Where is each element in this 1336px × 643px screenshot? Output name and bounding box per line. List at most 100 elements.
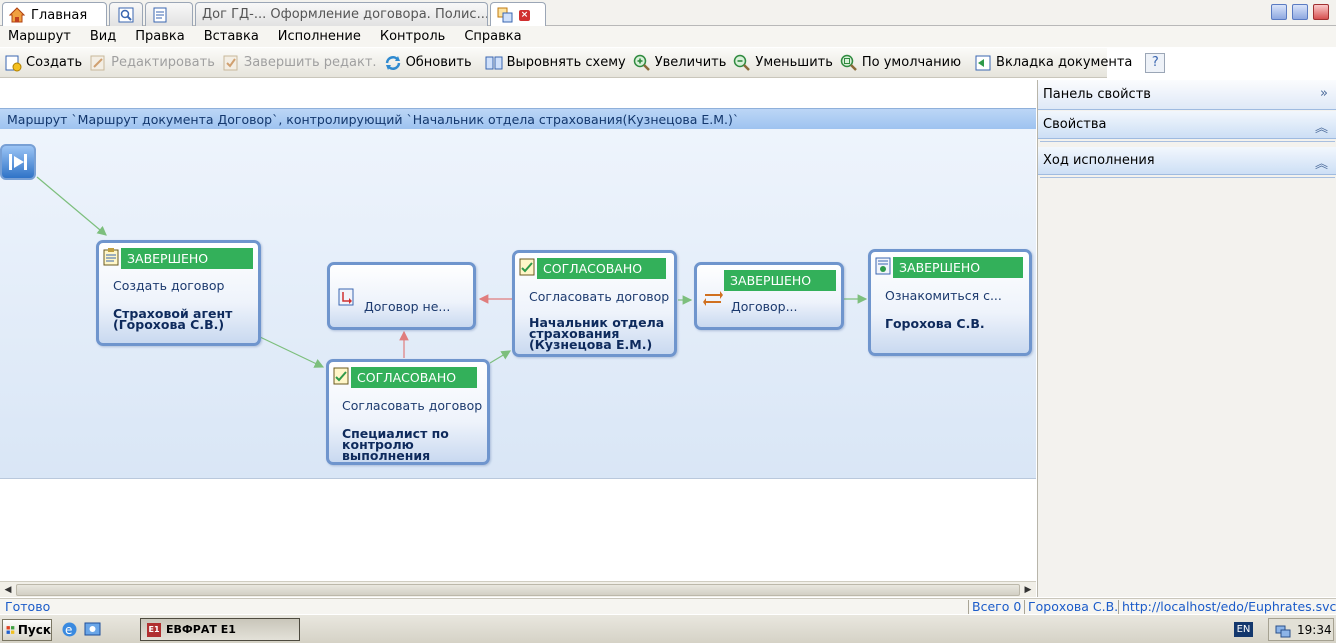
- node-status-badge: ЗАВЕРШЕНО: [121, 248, 253, 269]
- route-node-acquaint[interactable]: ЗАВЕРШЕНО Ознакомиться с... Горохова С.В…: [868, 249, 1032, 356]
- search-document-icon: [118, 7, 134, 22]
- arrow-specialist-to-head: [489, 350, 512, 364]
- menu-edit[interactable]: Правка: [135, 29, 184, 44]
- tab-search[interactable]: [109, 2, 143, 26]
- edit-icon: [90, 55, 105, 70]
- section-divider: [1040, 141, 1335, 142]
- horizontal-scrollbar[interactable]: ◀ ▶: [0, 581, 1036, 597]
- menu-execution[interactable]: Исполнение: [278, 29, 361, 44]
- properties-section-title: Свойства: [1043, 117, 1107, 132]
- default-zoom-button[interactable]: По умолчанию: [838, 50, 966, 76]
- refresh-label: Обновить: [405, 55, 472, 70]
- route-node-head-approval[interactable]: СОГЛАСОВАНО Согласовать договор Начальни…: [512, 250, 677, 357]
- scroll-right-icon[interactable]: ▶: [1021, 583, 1035, 597]
- close-icon[interactable]: ×: [519, 9, 530, 21]
- svg-text:e: e: [65, 623, 72, 637]
- finish-edit-icon: [223, 55, 238, 70]
- document-tab-button[interactable]: Вкладка документа: [972, 50, 1137, 76]
- home-icon: [9, 7, 25, 23]
- node-status-badge: ЗАВЕРШЕНО: [724, 270, 836, 291]
- route-start-node[interactable]: [0, 144, 36, 180]
- menu-help[interactable]: Справка: [464, 29, 521, 44]
- properties-panel-header[interactable]: Панель свойств »: [1038, 80, 1336, 110]
- document-tab-icon: [975, 55, 991, 70]
- zoom-out-button[interactable]: Уменьшить: [731, 50, 837, 76]
- internet-explorer-icon[interactable]: e: [61, 621, 78, 638]
- help-button[interactable]: ?: [1143, 50, 1167, 76]
- route-node-contract-exchange[interactable]: ЗАВЕРШЕНО Договор...: [694, 262, 844, 330]
- status-user: Горохова С.В.: [1028, 599, 1119, 614]
- edit-label: Редактировать: [111, 55, 215, 70]
- properties-section[interactable]: Свойства ︽: [1038, 111, 1336, 139]
- scrollbar-thumb[interactable]: [16, 584, 1020, 596]
- node-assignee: Начальник отдела страхования (Кузнецова …: [529, 315, 665, 352]
- node-assignee: Горохова С.В.: [885, 316, 985, 331]
- route-node-specialist-approval[interactable]: СОГЛАСОВАНО Согласовать договор Специали…: [326, 359, 490, 465]
- menu-control[interactable]: Контроль: [380, 29, 445, 44]
- node-task: Согласовать договор: [529, 289, 670, 304]
- section-divider: [1040, 177, 1335, 178]
- start-button[interactable]: Пуск: [2, 619, 52, 641]
- node-status-badge: ЗАВЕРШЕНО: [893, 257, 1023, 278]
- system-tray: 19:34: [1268, 618, 1334, 641]
- menu-route[interactable]: Маршрут: [8, 29, 71, 44]
- progress-section[interactable]: Ход исполнения ︽: [1038, 147, 1336, 175]
- route-canvas[interactable]: ЗАВЕРШЕНО Создать договор Страховой аген…: [0, 129, 1036, 479]
- close-window-button[interactable]: [1313, 4, 1329, 20]
- os-taskbar: Пуск e E1 ЕВФРАТ Е1 EN 19:34: [0, 614, 1336, 643]
- default-zoom-label: По умолчанию: [861, 55, 962, 70]
- align-scheme-button[interactable]: Выровнять схему: [483, 50, 631, 76]
- status-bar: Готово Всего 0 Горохова С.В. http://loca…: [0, 598, 1336, 614]
- properties-panel: Панель свойств » Свойства ︽ Ход исполнен…: [1037, 80, 1336, 597]
- node-assignee: Страховой агент (Горохова С.В.): [113, 306, 233, 332]
- arrow-start-to-create: [36, 176, 107, 236]
- node-status-badge: СОГЛАСОВАНО: [537, 258, 666, 279]
- tab-contract[interactable]: Дог ГД-... Оформление договора. Полис...…: [195, 2, 488, 26]
- default-zoom-icon: [840, 54, 857, 71]
- route-node-contract-rejected[interactable]: Договор не...: [327, 262, 476, 330]
- node-task: Создать договор: [113, 278, 225, 293]
- refresh-button[interactable]: Обновить: [382, 50, 477, 76]
- menu-view[interactable]: Вид: [90, 29, 116, 44]
- restore-button[interactable]: [1292, 4, 1308, 20]
- node-task: Договор не...: [364, 299, 451, 314]
- create-button[interactable]: Создать: [2, 50, 87, 76]
- zoom-out-label: Уменьшить: [755, 55, 833, 70]
- clipboard-icon: [103, 248, 119, 266]
- collapse-panel-icon[interactable]: »: [1320, 86, 1328, 101]
- document-tab-label: Вкладка документа: [996, 55, 1133, 70]
- zoom-in-label: Увеличить: [654, 55, 727, 70]
- help-icon: ?: [1145, 52, 1166, 73]
- node-task: Ознакомиться с...: [885, 288, 1002, 303]
- align-scheme-icon: [485, 56, 503, 69]
- finish-edit-button[interactable]: Завершить редакт.: [220, 50, 382, 76]
- route-icon: [497, 7, 513, 23]
- document-list-icon: [153, 7, 167, 22]
- network-icon[interactable]: [1275, 622, 1291, 638]
- read-document-icon: [875, 257, 891, 275]
- create-icon: [5, 55, 22, 71]
- exchange-arrows-icon: [703, 291, 723, 306]
- approval-document-icon: [519, 258, 535, 276]
- status-url: http://localhost/edo/Euphrates.svc/: [1122, 599, 1336, 614]
- language-indicator[interactable]: EN: [1234, 622, 1253, 637]
- minimize-button[interactable]: [1271, 4, 1287, 20]
- tab-main[interactable]: Главная: [2, 2, 107, 27]
- taskbar-app-button[interactable]: E1 ЕВФРАТ Е1: [140, 618, 300, 641]
- clock: 19:34: [1297, 622, 1332, 637]
- menu-bar: Маршрут Вид Правка Вставка Исполнение Ко…: [0, 26, 1336, 47]
- chevron-up-icon[interactable]: ︽: [1315, 117, 1328, 136]
- show-desktop-icon[interactable]: [84, 621, 101, 638]
- zoom-in-button[interactable]: Увеличить: [631, 50, 732, 76]
- edit-button[interactable]: Редактировать: [87, 50, 220, 76]
- tab-documents[interactable]: [145, 2, 193, 26]
- route-node-create-contract[interactable]: ЗАВЕРШЕНО Создать договор Страховой аген…: [96, 240, 261, 346]
- status-total: Всего 0: [972, 599, 1022, 614]
- node-task: Согласовать договор: [342, 398, 483, 413]
- tab-route[interactable]: ×: [490, 2, 546, 27]
- scroll-left-icon[interactable]: ◀: [1, 583, 15, 597]
- zoom-in-icon: [633, 54, 650, 71]
- chevron-up-icon[interactable]: ︽: [1315, 153, 1328, 172]
- finish-edit-label: Завершить редакт.: [243, 55, 377, 70]
- menu-insert[interactable]: Вставка: [204, 29, 259, 44]
